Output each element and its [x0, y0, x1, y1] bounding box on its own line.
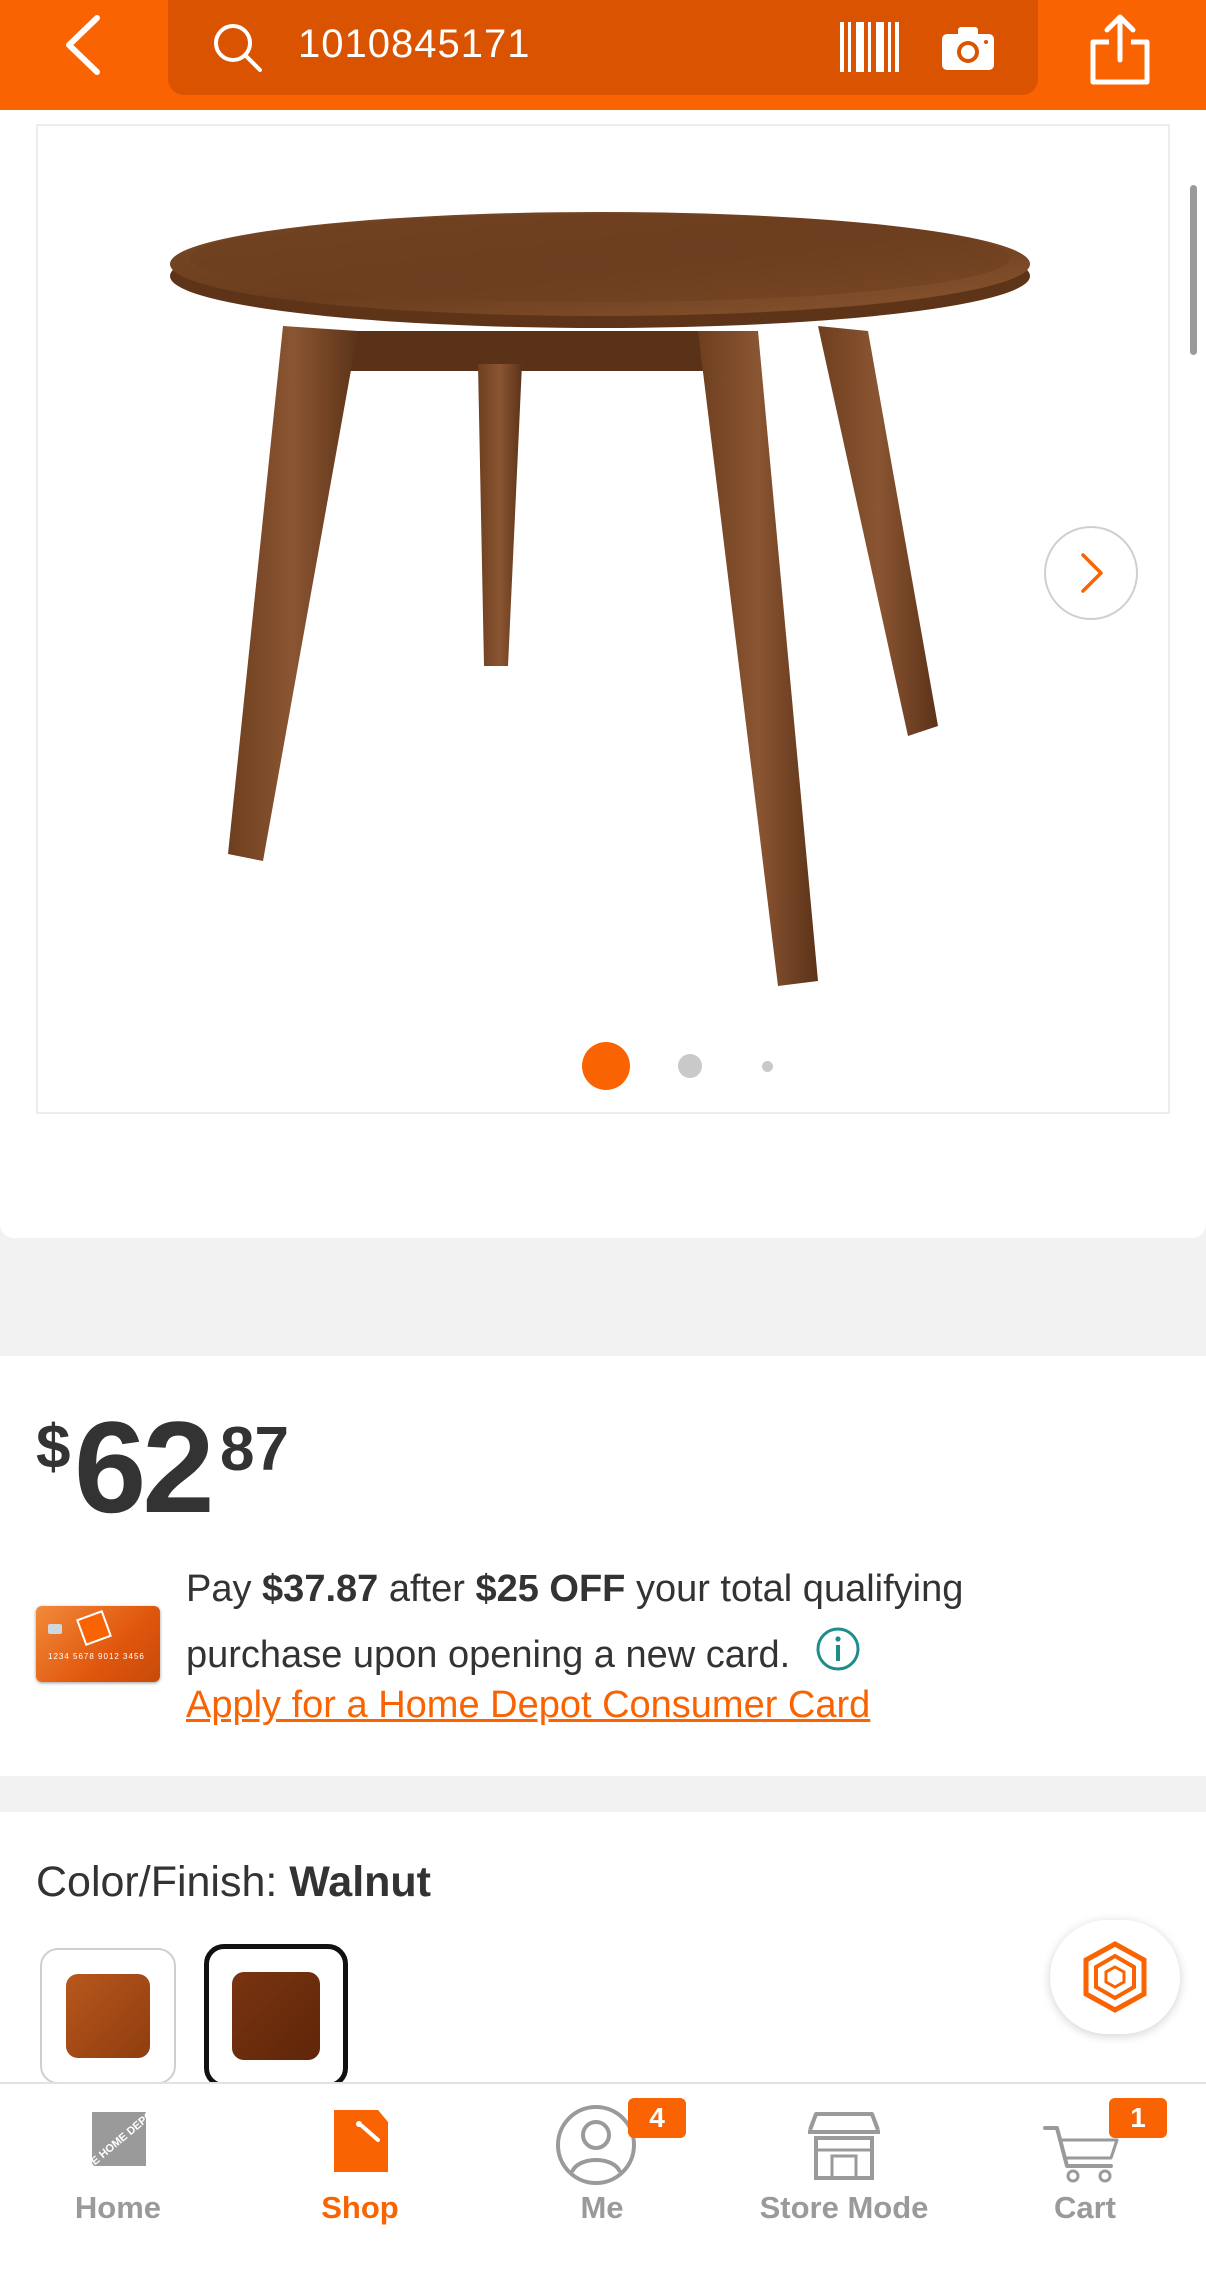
search-bar[interactable]: 1010845171 — [168, 0, 1038, 95]
product-page: 1010845171 $ 62 87 1234 5678 9012 3456 P… — [0, 0, 1206, 2281]
card-promo-text: Pay $37.87 after $25 OFF your total qual… — [186, 1568, 964, 1676]
assistant-button[interactable] — [1050, 1920, 1180, 2034]
swatch-chip — [66, 1974, 150, 2058]
card-chip — [48, 1624, 62, 1634]
promo-pay-amount: $37.87 — [262, 1568, 379, 1610]
color-swatch-selected[interactable] — [204, 1944, 348, 2088]
nav-cart-label: Cart — [1053, 2190, 1116, 2225]
home-depot-logo-icon: THE HOME DEPOT — [78, 2104, 162, 2177]
apply-card-link[interactable]: Apply for a Home Depot Consumer Card — [186, 1684, 870, 1727]
color-selected-value: Walnut — [289, 1858, 431, 1906]
info-icon[interactable] — [815, 1626, 861, 1672]
color-finish-section: Color/Finish: Walnut — [0, 1812, 1206, 2088]
cart-badge: 1 — [1109, 2098, 1167, 2138]
color-finish-label: Color/Finish: Walnut — [36, 1858, 431, 1906]
store-icon — [808, 2112, 880, 2180]
search-input[interactable]: 1010845171 — [298, 22, 530, 67]
assistant-icon — [1083, 1941, 1147, 2013]
gallery-dot[interactable] — [678, 1054, 702, 1078]
bottom-navigation: THE HOME DEPOT Home Shop 4 Me Store Mode… — [0, 2082, 1206, 2281]
me-badge: 4 — [628, 2098, 686, 2138]
search-icon — [214, 24, 262, 72]
gallery-dot[interactable] — [762, 1061, 773, 1072]
chevron-right-icon — [1081, 553, 1103, 593]
scrollbar[interactable] — [1190, 185, 1197, 355]
promo-discount: $25 OFF — [475, 1568, 626, 1610]
nav-home-label: Home — [74, 2190, 162, 2225]
card-number: 1234 5678 9012 3456 — [48, 1652, 145, 1661]
barcode-icon[interactable] — [838, 18, 900, 76]
share-icon[interactable] — [1085, 12, 1155, 86]
nav-cart[interactable]: 1 Cart — [985, 2084, 1185, 2281]
nav-me[interactable]: 4 Me — [502, 2084, 702, 2281]
nav-shop-label: Shop — [321, 2190, 399, 2225]
round-table-image — [170, 212, 1030, 986]
swatch-chip — [232, 1972, 320, 2060]
top-bar: 1010845171 — [0, 0, 1206, 110]
price-dollars: 62 — [74, 1394, 215, 1540]
back-icon — [66, 15, 100, 75]
price-currency: $ — [36, 1413, 71, 1482]
next-image-button[interactable] — [1044, 526, 1138, 620]
gallery-dot-active[interactable] — [582, 1042, 630, 1090]
nav-me-label: Me — [580, 2190, 624, 2225]
product-image[interactable] — [36, 124, 1170, 1114]
nav-home[interactable]: THE HOME DEPOT Home — [18, 2084, 218, 2281]
camera-icon[interactable] — [938, 20, 998, 75]
color-swatch-option[interactable] — [40, 1948, 176, 2084]
nav-store-mode-label: Store Mode — [759, 2190, 929, 2225]
credit-card-image: 1234 5678 9012 3456 — [36, 1606, 160, 1682]
back-button[interactable] — [48, 10, 118, 80]
shop-bag-icon — [334, 2110, 388, 2172]
price-section: $ 62 87 1234 5678 9012 3456 Pay $37.87 a… — [0, 1356, 1206, 1776]
nav-store-mode[interactable]: Store Mode — [744, 2084, 944, 2281]
price-cents: 87 — [220, 1415, 289, 1484]
nav-shop[interactable]: Shop — [260, 2084, 460, 2281]
home-depot-logo-icon — [76, 1610, 112, 1646]
